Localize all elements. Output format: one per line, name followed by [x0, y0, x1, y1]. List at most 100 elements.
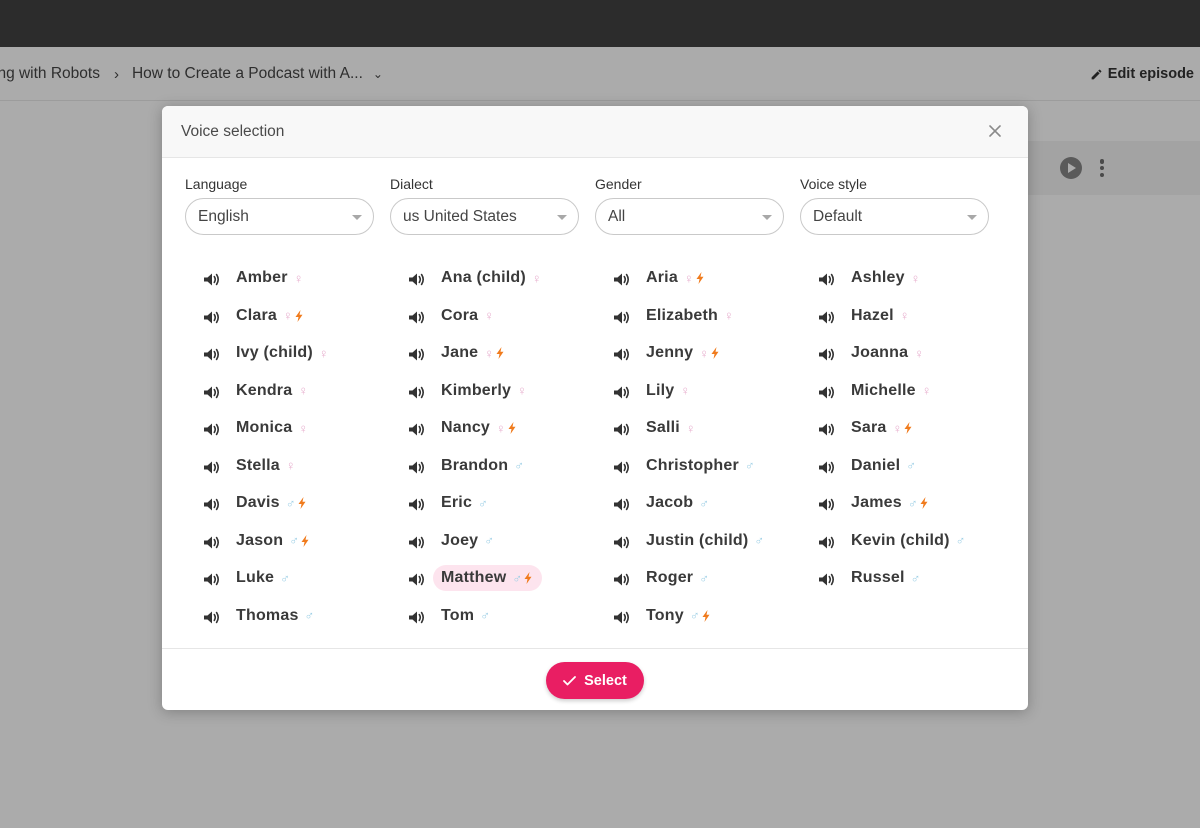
voice-option[interactable]: Jane ♀: [367, 336, 567, 374]
voice-option[interactable]: Michelle ♀: [777, 374, 977, 412]
speaker-icon[interactable]: [202, 609, 220, 626]
speaker-icon[interactable]: [612, 571, 630, 588]
voice-option[interactable]: Amber ♀: [162, 261, 362, 299]
speaker-icon[interactable]: [612, 609, 630, 626]
voice-option[interactable]: Sara ♀: [777, 411, 977, 449]
speaker-icon[interactable]: [202, 571, 220, 588]
voice-option[interactable]: Jacob ♂: [572, 486, 772, 524]
speaker-icon[interactable]: [202, 459, 220, 476]
speaker-icon[interactable]: [407, 609, 425, 626]
male-icon: ♂: [699, 495, 710, 511]
voice-option[interactable]: Joanna ♀: [777, 336, 977, 374]
speaker-icon[interactable]: [817, 271, 835, 288]
speaker-icon[interactable]: [612, 309, 630, 326]
voice-option[interactable]: Jenny ♀: [572, 336, 772, 374]
speaker-icon[interactable]: [817, 384, 835, 401]
voice-option[interactable]: Nancy ♀: [367, 411, 567, 449]
voice-option[interactable]: Hazel ♀: [777, 299, 977, 337]
voice-option[interactable]: Russel ♂: [777, 561, 977, 599]
speaker-icon[interactable]: [202, 384, 220, 401]
voice-option[interactable]: Roger ♂: [572, 561, 772, 599]
voice-option[interactable]: Tony ♂: [572, 599, 772, 637]
voice-option[interactable]: Kendra ♀: [162, 374, 362, 412]
speaker-icon[interactable]: [407, 496, 425, 513]
voice-option[interactable]: Lily ♀: [572, 374, 772, 412]
edit-episode-button[interactable]: Edit episode: [1090, 47, 1194, 101]
lightning-icon: [920, 497, 928, 509]
voice-option[interactable]: Luke ♂: [162, 561, 362, 599]
male-icon: ♂: [910, 570, 921, 586]
voice-column: Ashley ♀ Hazel ♀ Joanna ♀ Michelle ♀ Sara ♀ Daniel…: [777, 261, 977, 599]
breadcrumb-parent[interactable]: ing with Robots: [0, 65, 100, 83]
voice-option[interactable]: Kevin (child) ♂: [777, 524, 977, 562]
speaker-icon[interactable]: [407, 421, 425, 438]
select-button[interactable]: Select: [546, 662, 644, 699]
speaker-icon[interactable]: [407, 346, 425, 363]
voice-option[interactable]: Ivy (child) ♀: [162, 336, 362, 374]
speaker-icon[interactable]: [612, 346, 630, 363]
speaker-icon[interactable]: [612, 271, 630, 288]
speaker-icon[interactable]: [817, 421, 835, 438]
speaker-icon[interactable]: [202, 534, 220, 551]
voice-option[interactable]: Matthew ♂: [367, 561, 567, 599]
speaker-icon[interactable]: [407, 309, 425, 326]
voice-option[interactable]: Cora ♀: [367, 299, 567, 337]
female-icon: ♀: [283, 308, 293, 323]
voice-option[interactable]: Christopher ♂: [572, 449, 772, 487]
speaker-icon[interactable]: [202, 496, 220, 513]
speaker-icon[interactable]: [612, 421, 630, 438]
speaker-icon[interactable]: [817, 496, 835, 513]
speaker-icon[interactable]: [817, 534, 835, 551]
dialog-footer: Select: [162, 648, 1028, 710]
speaker-icon[interactable]: [202, 346, 220, 363]
select-button-label: Select: [584, 672, 627, 689]
voice-option[interactable]: Elizabeth ♀: [572, 299, 772, 337]
speaker-icon[interactable]: [202, 421, 220, 438]
speaker-icon[interactable]: [612, 459, 630, 476]
voice-option[interactable]: Clara ♀: [162, 299, 362, 337]
speaker-icon[interactable]: [612, 384, 630, 401]
voice-option[interactable]: Daniel ♂: [777, 449, 977, 487]
voice-option[interactable]: Brandon ♂: [367, 449, 567, 487]
speaker-icon[interactable]: [407, 271, 425, 288]
background-card: [1028, 141, 1200, 195]
speaker-icon[interactable]: [407, 384, 425, 401]
voice-option[interactable]: Aria ♀: [572, 261, 772, 299]
voice-option[interactable]: Thomas ♂: [162, 599, 362, 637]
voice-name: Salli: [646, 419, 680, 436]
voice-name: James: [851, 494, 902, 511]
voice-option[interactable]: Kimberly ♀: [367, 374, 567, 412]
speaker-icon[interactable]: [407, 459, 425, 476]
chevron-down-icon[interactable]: ⌄: [373, 67, 383, 81]
speaker-icon[interactable]: [612, 496, 630, 513]
lightning-icon: [696, 272, 704, 284]
voice-option[interactable]: James ♂: [777, 486, 977, 524]
voice-option[interactable]: Ashley ♀: [777, 261, 977, 299]
speaker-icon[interactable]: [817, 309, 835, 326]
voice-option[interactable]: Salli ♀: [572, 411, 772, 449]
speaker-icon[interactable]: [202, 309, 220, 326]
voice-name: Jenny: [646, 344, 694, 361]
voice-option[interactable]: Justin (child) ♂: [572, 524, 772, 562]
speaker-icon[interactable]: [817, 346, 835, 363]
voice-option[interactable]: Jason ♂: [162, 524, 362, 562]
speaker-icon[interactable]: [817, 571, 835, 588]
voice-name: Matthew: [441, 569, 507, 586]
speaker-icon[interactable]: [407, 571, 425, 588]
breadcrumb-current[interactable]: How to Create a Podcast with A...: [132, 65, 363, 83]
voice-name-wrap: Jenny ♀: [646, 344, 719, 362]
female-icon: ♀: [699, 345, 710, 361]
speaker-icon[interactable]: [612, 534, 630, 551]
voice-option[interactable]: Stella ♀: [162, 449, 362, 487]
speaker-icon[interactable]: [407, 534, 425, 551]
voice-option[interactable]: Tom ♂: [367, 599, 567, 637]
female-icon: ♀: [318, 345, 329, 361]
voice-option[interactable]: Davis ♂: [162, 486, 362, 524]
speaker-icon[interactable]: [202, 271, 220, 288]
voice-option[interactable]: Ana (child) ♀: [367, 261, 567, 299]
voice-name-wrap: Brandon ♂: [441, 457, 524, 475]
voice-option[interactable]: Monica ♀: [162, 411, 362, 449]
voice-option[interactable]: Eric ♂: [367, 486, 567, 524]
speaker-icon[interactable]: [817, 459, 835, 476]
voice-option[interactable]: Joey ♂: [367, 524, 567, 562]
